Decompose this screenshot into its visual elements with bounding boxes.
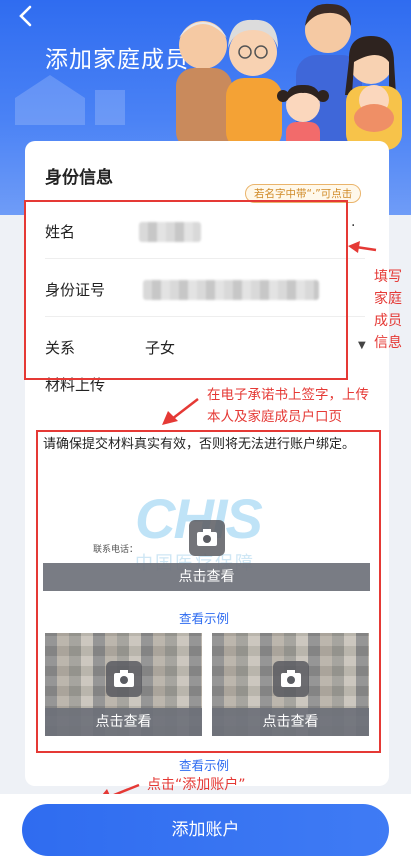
identity-section-title: 身份信息 — [45, 168, 113, 188]
view-example-link[interactable]: 查看示例 — [179, 755, 229, 774]
materials-notice: 请确保提交材料真实有效，否则将无法进行账户绑定。 — [43, 437, 356, 452]
family-illustration — [176, 3, 402, 150]
arrow-down-left-icon — [162, 398, 199, 425]
house-decoration — [15, 75, 125, 125]
member-form-card: 身份信息 若名字中带“·”可点击 · 姓名 身份证号 关系 子女 ▼ 材料上传 … — [25, 141, 389, 786]
annotation-line: 成员 — [374, 313, 402, 329]
household-page-upload-right[interactable]: 点击查看 — [212, 633, 369, 736]
view-button[interactable]: 点击查看 — [45, 708, 202, 736]
commitment-upload-slot[interactable]: CHIS 中国医疗保障 联系电话： 点击查看 — [43, 486, 370, 591]
name-label: 姓名 — [45, 223, 76, 241]
id-number-label: 身份证号 — [45, 281, 106, 299]
view-button[interactable]: 点击查看 — [212, 708, 369, 736]
annotation-line: 在电子承诺书上签字，上传 — [207, 387, 369, 403]
annotation-line: 信息 — [374, 335, 402, 351]
camera-icon[interactable] — [106, 661, 142, 697]
relation-value[interactable]: 子女 — [145, 337, 175, 358]
back-icon[interactable] — [10, 4, 42, 36]
fill-info-annotation: 填写 家庭 成员 信息 — [368, 266, 408, 354]
id-number-input-masked[interactable] — [143, 280, 319, 300]
name-dot-tip: 若名字中带“·”可点击 — [245, 184, 362, 203]
name-row[interactable]: 姓名 — [45, 203, 365, 259]
annotation-line: 本人及家庭成员户口页 — [207, 409, 342, 425]
materials-section-title: 材料上传 — [45, 376, 106, 394]
arrow-left-icon — [348, 241, 377, 253]
contact-phone-label: 联系电话： — [93, 545, 139, 555]
add-account-button[interactable]: 添加账户 — [22, 804, 389, 856]
household-page-upload-left[interactable]: 点击查看 — [45, 633, 202, 736]
sign-upload-annotation: 在电子承诺书上签字，上传 本人及家庭成员户口页 — [207, 384, 411, 428]
id-number-row[interactable]: 身份证号 — [45, 261, 365, 317]
relation-label: 关系 — [45, 339, 76, 357]
annotation-line: 填写 — [374, 269, 402, 285]
relation-row[interactable]: 关系 子女 — [45, 319, 365, 375]
name-input-masked[interactable] — [139, 222, 201, 242]
annotation-line: 家庭 — [374, 291, 402, 307]
camera-icon[interactable] — [189, 520, 225, 556]
view-example-link[interactable]: 查看示例 — [179, 608, 229, 627]
view-button[interactable]: 点击查看 — [43, 563, 370, 591]
click-add-annotation: 点击“添加账户” — [147, 777, 246, 793]
chevron-down-icon[interactable]: ▼ — [358, 340, 366, 351]
camera-icon[interactable] — [273, 661, 309, 697]
